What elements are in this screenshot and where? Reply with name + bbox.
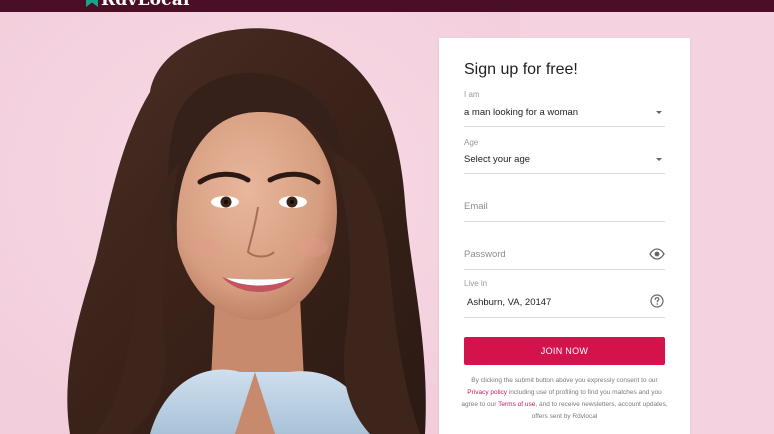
iam-label: I am	[464, 90, 480, 99]
iam-value: a man looking for a woman	[464, 107, 579, 118]
email-placeholder: Email	[464, 201, 488, 212]
iam-select[interactable]: I am a man looking for a woman	[464, 90, 665, 127]
logo-text: RdvLocal	[101, 0, 190, 10]
eye-icon[interactable]	[649, 246, 665, 262]
help-icon[interactable]	[650, 294, 664, 308]
location-field[interactable]: Live in Ashburn, VA, 20147	[464, 279, 665, 318]
join-now-button[interactable]: JOIN NOW	[464, 337, 665, 365]
signup-card: Sign up for free! I am a man looking for…	[439, 38, 690, 434]
terms-of-use-link[interactable]: Terms of use	[498, 401, 535, 408]
chevron-down-icon	[656, 158, 662, 161]
age-value: Select your age	[464, 154, 531, 165]
consent-text-part3: , and to receive newsletters, account up…	[531, 401, 668, 420]
top-header-bar: RdvLocal	[0, 0, 774, 12]
logo[interactable]: RdvLocal	[86, 0, 190, 9]
location-label: Live in	[464, 279, 488, 288]
location-value: Ashburn, VA, 20147	[467, 297, 552, 308]
age-select[interactable]: Age Select your age	[464, 138, 665, 174]
bookmark-icon	[86, 0, 98, 7]
email-field[interactable]: Email	[464, 198, 665, 222]
privacy-policy-link[interactable]: Privacy policy	[467, 389, 507, 396]
age-label: Age	[464, 138, 479, 147]
chevron-down-icon	[656, 111, 662, 114]
signup-title: Sign up for free!	[464, 61, 578, 78]
password-placeholder: Password	[464, 249, 506, 260]
consent-text-part1: By clicking the submit button above you …	[471, 377, 658, 384]
consent-text: By clicking the submit button above you …	[461, 375, 668, 423]
password-field[interactable]: Password	[464, 246, 665, 270]
landing-page: RdvLocal Sign up for free! I am a man lo…	[0, 0, 774, 434]
